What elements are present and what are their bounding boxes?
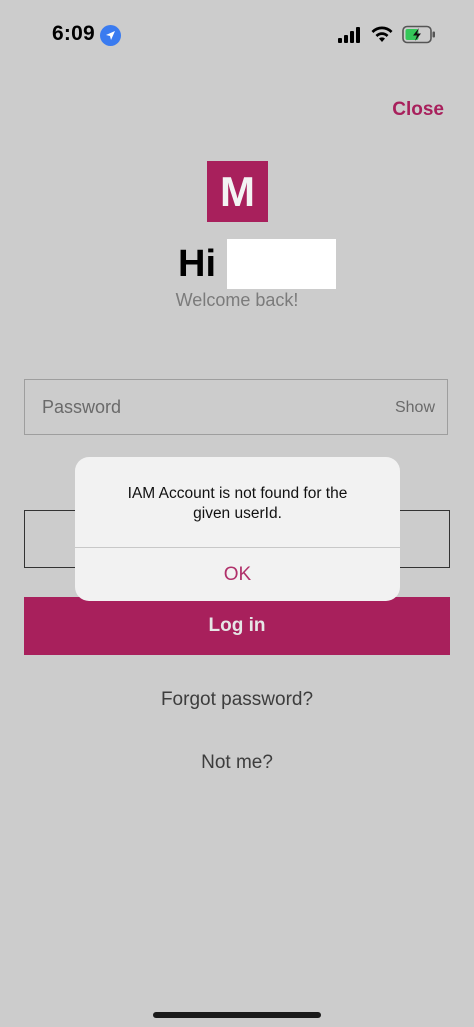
location-arrow-icon xyxy=(100,25,121,46)
close-button[interactable]: Close xyxy=(392,99,444,121)
forgot-password-link[interactable]: Forgot password? xyxy=(0,689,474,711)
welcome-text: Welcome back! xyxy=(175,290,299,310)
login-screen: 6:09 Close M Hi Welcome back! Password S… xyxy=(0,0,474,1027)
home-indicator[interactable] xyxy=(153,1012,321,1018)
alert-message: IAM Account is not found for the given u… xyxy=(95,484,380,524)
not-me-link[interactable]: Not me? xyxy=(0,752,474,774)
status-time: 6:09 xyxy=(52,22,95,45)
error-alert-dialog: IAM Account is not found for the given u… xyxy=(75,457,400,601)
password-placeholder: Password xyxy=(42,397,122,417)
battery-charging-icon xyxy=(402,25,435,44)
login-button[interactable]: Log in xyxy=(24,597,450,655)
app-logo: M xyxy=(207,161,268,222)
alert-message-line-1: IAM Account is not found for the xyxy=(127,485,348,502)
alert-message-line-2: given userId. xyxy=(193,505,282,522)
wifi-icon xyxy=(371,26,393,42)
cellular-signal-icon xyxy=(338,27,360,43)
redacted-username xyxy=(227,239,336,289)
show-password-toggle[interactable]: Show xyxy=(395,399,435,417)
password-input[interactable]: Password Show xyxy=(24,379,448,435)
greeting-hi: Hi xyxy=(178,243,216,285)
alert-ok-button[interactable]: OK xyxy=(75,548,400,601)
